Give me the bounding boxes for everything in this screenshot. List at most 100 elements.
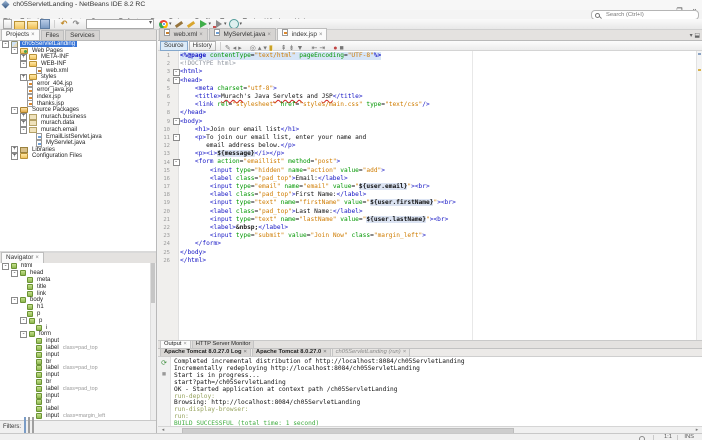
- output-tab-apache-tomcat-8-0-27-0[interactable]: Apache Tomcat 8.0.27.0 ×: [251, 348, 331, 356]
- tree-item-br[interactable]: br: [0, 399, 156, 406]
- collapse-toggle-icon[interactable]: -: [2, 41, 9, 48]
- tree-item-label[interactable]: label class=pad_top: [0, 365, 156, 372]
- code-fold-toggle-icon[interactable]: -: [172, 118, 180, 126]
- profile-project-dropdown-icon[interactable]: ▾: [240, 21, 243, 27]
- code-line-3[interactable]: 3- <html>: [158, 68, 696, 76]
- collapse-toggle-icon[interactable]: -: [11, 269, 18, 277]
- tree-item-form[interactable]: - form: [0, 330, 156, 338]
- tab-files[interactable]: Files: [40, 30, 65, 40]
- expand-toggle-icon[interactable]: +: [20, 73, 27, 81]
- close-icon[interactable]: ×: [35, 255, 39, 261]
- collapse-toggle-icon[interactable]: -: [11, 47, 18, 55]
- code-line-1[interactable]: 1 <%@page contentType="text/html" pageEnc…: [158, 52, 696, 61]
- search-input[interactable]: [604, 11, 688, 19]
- code-line-13[interactable]: 13 <p><i>${message}</i></p>: [158, 150, 696, 158]
- code-fold-toggle-icon[interactable]: -: [172, 77, 180, 85]
- code-line-25[interactable]: 25 </body>: [158, 249, 696, 257]
- code-line-15[interactable]: 15 <input type="hidden" name="action" va…: [158, 167, 696, 175]
- output-tab-apache-tomcat-8-0-27-0-log[interactable]: Apache Tomcat 8.0.27.0 Log ×: [160, 348, 251, 356]
- expand-toggle-icon[interactable]: +: [11, 152, 18, 160]
- tree-item-myservlet-java[interactable]: MyServlet.java: [0, 139, 156, 147]
- tree-item-label[interactable]: label class=pad_top: [0, 385, 156, 392]
- tree-item-meta[interactable]: meta: [0, 276, 156, 284]
- code-line-26[interactable]: 26 </html>: [158, 257, 696, 265]
- collapse-toggle-icon[interactable]: -: [11, 296, 18, 304]
- tree-item-input[interactable]: input: [0, 338, 156, 345]
- tree-item-html[interactable]: - html: [0, 263, 156, 270]
- collapse-toggle-icon[interactable]: -: [20, 330, 27, 338]
- tree-item-body[interactable]: - body: [0, 296, 156, 304]
- editor-tab-list-button[interactable]: ▾ ⬓: [690, 32, 700, 39]
- code-line-11[interactable]: 11- <p>To join our email list, enter you…: [158, 134, 696, 142]
- tree-item-web-inf[interactable]: - WEB-INF: [0, 60, 156, 68]
- project-config-combo[interactable]: [86, 19, 154, 29]
- debug-project-dropdown-icon[interactable]: ▾: [224, 21, 227, 27]
- code-line-21[interactable]: 21 <input type="text" name="lastName" va…: [158, 215, 696, 224]
- code-fold-toggle-icon[interactable]: -: [172, 68, 180, 76]
- code-line-9[interactable]: 9- <body>: [158, 118, 696, 126]
- collapse-toggle-icon[interactable]: -: [2, 263, 9, 270]
- collapse-toggle-icon[interactable]: -: [20, 126, 27, 134]
- code-line-2[interactable]: 2 <!DOCTYPE html>: [158, 60, 696, 68]
- tree-item-h1[interactable]: h1: [0, 304, 156, 311]
- redo-icon[interactable]: ↷: [71, 19, 81, 29]
- tree-item-label[interactable]: label: [0, 406, 156, 413]
- code-editor[interactable]: 1 <%@page contentType="text/html" pageEnc…: [158, 51, 702, 340]
- close-icon[interactable]: ×: [403, 349, 406, 355]
- collapse-toggle-icon[interactable]: -: [11, 106, 18, 114]
- source-view-button[interactable]: Source: [160, 40, 188, 51]
- code-line-24[interactable]: 24 </form>: [158, 240, 696, 248]
- tree-item-web-pages[interactable]: - Web Pages: [0, 47, 156, 55]
- code-line-12[interactable]: 12 email address below.</p>: [158, 142, 696, 150]
- collapse-toggle-icon[interactable]: -: [20, 60, 27, 68]
- tree-item-error-404-jsp[interactable]: error_404.jsp: [0, 80, 156, 88]
- code-fold-toggle-icon[interactable]: -: [172, 134, 180, 142]
- tree-item-p[interactable]: -p: [0, 317, 156, 325]
- tree-item-thanks-jsp[interactable]: thanks.jsp: [0, 100, 156, 108]
- tree-item-ch05servletlanding[interactable]: - ch05ServletLanding: [0, 41, 156, 48]
- stop-button[interactable]: ■: [160, 370, 169, 379]
- editor-tab-web-xml[interactable]: web.xml ×: [159, 28, 208, 40]
- tree-item-murach-email[interactable]: - murach.email: [0, 126, 156, 134]
- code-line-23[interactable]: 23 <input type="submit" value="Join Now"…: [158, 232, 696, 240]
- tree-item-br[interactable]: br: [0, 358, 156, 365]
- output-tab-http-server-monitor[interactable]: HTTP Server Monitor: [191, 340, 255, 348]
- tree-item-input[interactable]: input: [0, 372, 156, 379]
- run-project-dropdown-icon[interactable]: ▾: [209, 21, 212, 27]
- code-line-7[interactable]: 7 <link rel="stylesheet" href="styles/ma…: [158, 101, 696, 109]
- close-icon[interactable]: ×: [323, 349, 326, 355]
- output-tab-ch05servletlanding-run-[interactable]: ch05ServletLanding (run) ×: [331, 348, 411, 356]
- save-all-icon[interactable]: [40, 19, 50, 29]
- browser-select-dropdown-icon[interactable]: ▾: [169, 21, 172, 27]
- tree-item-styles[interactable]: + styles: [0, 73, 156, 81]
- navigator-scrollbar[interactable]: [150, 263, 156, 420]
- tree-item-link[interactable]: link: [0, 290, 156, 297]
- tree-item-configuration-files[interactable]: + Configuration Files: [0, 152, 156, 160]
- tab-services[interactable]: Services: [65, 30, 100, 40]
- history-view-button[interactable]: History: [188, 40, 216, 51]
- tab-projects[interactable]: Projects ×: [1, 29, 40, 40]
- tree-item-input[interactable]: input: [0, 351, 156, 358]
- tree-item-label[interactable]: label class=pad_top: [0, 344, 156, 352]
- code-line-14[interactable]: 14- <form action="emaillist" method="pos…: [158, 158, 696, 167]
- close-icon[interactable]: ×: [244, 349, 247, 355]
- code-line-16[interactable]: 16 <label class="pad_top">Email:</label>: [158, 175, 696, 183]
- code-line-20[interactable]: 20 <label class="pad_top">Last Name:</la…: [158, 208, 696, 216]
- tree-item-input[interactable]: input: [0, 392, 156, 399]
- code-line-10[interactable]: 10 <h1>Join our email list</h1>: [158, 126, 696, 134]
- tree-item-title[interactable]: title: [0, 283, 156, 290]
- code-line-8[interactable]: 8 </head>: [158, 109, 696, 117]
- tab-navigator[interactable]: Navigator ×: [1, 252, 44, 263]
- notifications-icon[interactable]: [639, 435, 645, 440]
- collapse-toggle-icon[interactable]: -: [20, 317, 27, 325]
- new-file-icon[interactable]: [3, 19, 12, 29]
- tree-item-index-jsp[interactable]: index.jsp: [0, 93, 156, 101]
- tree-item-head[interactable]: - head: [0, 269, 156, 277]
- code-line-22[interactable]: 22 <label>&nbsp;</label>: [158, 224, 696, 232]
- undo-icon[interactable]: ↶: [59, 19, 69, 29]
- code-line-6[interactable]: 6 <title>Murach's Java Servlets and JSP<…: [158, 93, 696, 101]
- error-stripe[interactable]: [696, 51, 702, 340]
- scrollbar-thumb[interactable]: [151, 263, 155, 303]
- close-icon[interactable]: ×: [199, 32, 203, 38]
- code-line-19[interactable]: 19 <input type="text" name="firstName" v…: [158, 199, 696, 207]
